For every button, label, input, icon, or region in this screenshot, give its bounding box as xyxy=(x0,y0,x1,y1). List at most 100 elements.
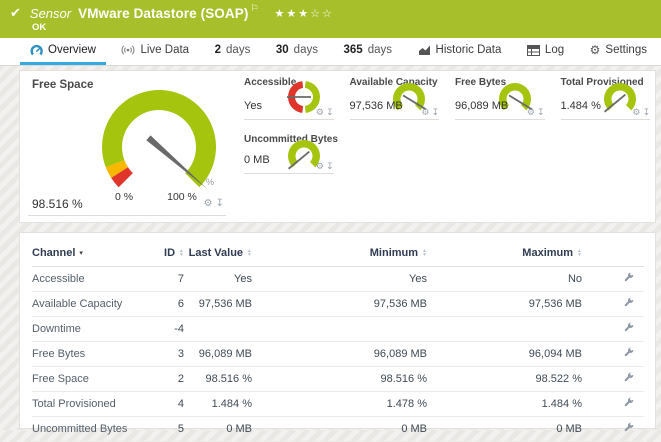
tab-settings[interactable]: ⚙ Settings xyxy=(580,38,657,65)
table-row-free-bytes: Free Bytes396,089 MB96,089 MB96,094 MB xyxy=(32,342,644,367)
cell-minimum xyxy=(252,317,427,342)
gauge-panel-total-provisioned: Total Provisioned1.484 %⚙↧ xyxy=(561,71,651,120)
channel-settings-icon[interactable] xyxy=(623,422,634,433)
gear-icon[interactable]: ⚙ xyxy=(527,108,535,117)
sort-icon[interactable]: ▲▼ xyxy=(247,249,252,257)
channel-settings-icon[interactable] xyxy=(623,397,634,408)
sort-icon[interactable]: ▲▼ xyxy=(179,249,184,257)
gauges-panel: Free Space 0 % 100 % % 98.516 % ⚙ ↧ Acce… xyxy=(19,70,656,223)
check-icon: ✔ xyxy=(10,5,21,21)
flag-icon[interactable]: ⚐ xyxy=(250,3,258,14)
tab-label: Log xyxy=(545,44,564,56)
column-header-maximum[interactable]: Maximum▲▼ xyxy=(427,242,582,267)
tab-log[interactable]: Log xyxy=(517,38,574,65)
sort-icon[interactable]: ▲▼ xyxy=(422,249,427,257)
gear-icon[interactable]: ⚙ xyxy=(421,108,429,117)
cell-last-value: 0 MB xyxy=(184,417,252,442)
divider xyxy=(28,215,226,216)
tab-30-days[interactable]: 30 days xyxy=(266,38,328,65)
cell-channel: Total Provisioned xyxy=(32,392,152,417)
cell-id: 3 xyxy=(152,342,184,367)
sensor-type-label: Sensor xyxy=(30,6,71,21)
gauge-panel-free-bytes: Free Bytes96,089 MB⚙↧ xyxy=(455,71,545,120)
gauge-value: Yes xyxy=(244,100,262,112)
cell-last-value: 1.484 % xyxy=(184,392,252,417)
cell-last-value: 97,536 MB xyxy=(184,292,252,317)
priority-stars[interactable]: ★★★☆☆ xyxy=(275,7,334,20)
pin-icon[interactable]: ↧ xyxy=(537,108,545,117)
column-header-last-value[interactable]: Last Value▲▼ xyxy=(184,242,252,267)
cell-channel: Available Capacity xyxy=(32,292,152,317)
cell-last-value: Yes xyxy=(184,267,252,292)
pin-icon[interactable]: ↧ xyxy=(326,162,334,171)
gear-icon[interactable]: ⚙ xyxy=(632,108,640,117)
sensor-header: ✔ Sensor VMware Datastore (SOAP) ⚐ ★★★☆☆… xyxy=(0,0,661,38)
tab-365-days[interactable]: 365 days xyxy=(334,38,402,65)
status-badge: OK xyxy=(32,22,661,33)
tab-historic-data[interactable]: Historic Data xyxy=(408,38,512,65)
tab-number: 30 xyxy=(276,44,289,56)
cell-id: 7 xyxy=(152,267,184,292)
channel-settings-icon[interactable] xyxy=(623,347,634,358)
tab-label: Overview xyxy=(48,44,96,56)
mini-gauges-grid: AccessibleYes⚙↧Available Capacity97,536 … xyxy=(230,71,650,222)
cell-channel: Uncommitted Bytes xyxy=(32,417,152,442)
cell-maximum: 98.522 % xyxy=(427,367,582,392)
tab-2-days[interactable]: 2 days xyxy=(205,38,261,65)
column-header-minimum[interactable]: Minimum▲▼ xyxy=(252,242,427,267)
cell-minimum: 1.478 % xyxy=(252,392,427,417)
pin-icon[interactable]: ↧ xyxy=(326,108,334,117)
column-header-actions xyxy=(582,242,644,267)
cell-channel: Free Space xyxy=(32,367,152,392)
live-signal-icon xyxy=(121,44,135,56)
cell-minimum: Yes xyxy=(252,267,427,292)
cell-id: 5 xyxy=(152,417,184,442)
tab-label: Settings xyxy=(605,44,647,56)
table-row-available-capacity: Available Capacity697,536 MB97,536 MB97,… xyxy=(32,292,644,317)
cell-maximum: 0 MB xyxy=(427,417,582,442)
channel-settings-icon[interactable] xyxy=(623,322,634,333)
gear-icon[interactable]: ⚙ xyxy=(204,199,213,209)
table-row-total-provisioned: Total Provisioned41.484 %1.478 %1.484 % xyxy=(32,392,644,417)
cell-minimum: 96,089 MB xyxy=(252,342,427,367)
cell-minimum: 98.516 % xyxy=(252,367,427,392)
channel-settings-icon[interactable] xyxy=(623,272,634,283)
tab-live-data[interactable]: Live Data xyxy=(111,38,199,65)
column-header-channel[interactable]: Channel▾ xyxy=(32,242,152,267)
gauge-icon xyxy=(30,44,43,57)
channel-settings-icon[interactable] xyxy=(623,372,634,383)
pin-icon[interactable]: ↧ xyxy=(216,199,224,209)
sort-icon[interactable]: ▲▼ xyxy=(577,249,582,257)
pin-icon[interactable]: ↧ xyxy=(431,108,439,117)
column-header-id[interactable]: ID▲▼ xyxy=(152,242,184,267)
channel-settings-icon[interactable] xyxy=(623,297,634,308)
gear-icon[interactable]: ⚙ xyxy=(316,162,324,171)
log-table-icon xyxy=(527,45,540,56)
cell-maximum: 97,536 MB xyxy=(427,292,582,317)
gauge-max-label: 100 % xyxy=(160,191,204,203)
pin-icon[interactable]: ↧ xyxy=(642,108,650,117)
tab-overview[interactable]: Overview xyxy=(20,38,106,65)
cell-maximum xyxy=(427,317,582,342)
gear-icon[interactable]: ⚙ xyxy=(316,108,324,117)
gauge-panel-accessible: AccessibleYes⚙↧ xyxy=(244,71,334,120)
tab-label: Historic Data xyxy=(436,44,502,56)
tab-label: days xyxy=(294,44,318,56)
gauge-unit-label: % xyxy=(206,177,214,187)
table-row-accessible: Accessible7YesYesNo xyxy=(32,267,644,292)
gauge-value: 1.484 % xyxy=(561,100,601,112)
free-space-gauge-panel: Free Space 0 % 100 % % 98.516 % ⚙ ↧ xyxy=(20,71,232,222)
tab-number: 2 xyxy=(215,44,221,56)
cell-id: -4 xyxy=(152,317,184,342)
gauge-value: 98.516 % xyxy=(32,197,83,211)
sort-desc-icon: ▾ xyxy=(79,250,83,257)
channels-table: Channel▾ ID▲▼ Last Value▲▼ Minimum▲▼ Max… xyxy=(32,242,644,442)
cell-channel: Free Bytes xyxy=(32,342,152,367)
tab-label: days xyxy=(226,44,250,56)
table-row-uncommitted-bytes: Uncommitted Bytes50 MB0 MB0 MB xyxy=(32,417,644,442)
gauge-panel-available-capacity: Available Capacity97,536 MB⚙↧ xyxy=(350,71,440,120)
gauge-value: 96,089 MB xyxy=(455,100,508,112)
bar-chart-icon xyxy=(418,44,431,56)
cell-id: 2 xyxy=(152,367,184,392)
gauge-panel-uncommitted-bytes: Uncommitted Bytes0 MB⚙↧ xyxy=(244,128,334,174)
